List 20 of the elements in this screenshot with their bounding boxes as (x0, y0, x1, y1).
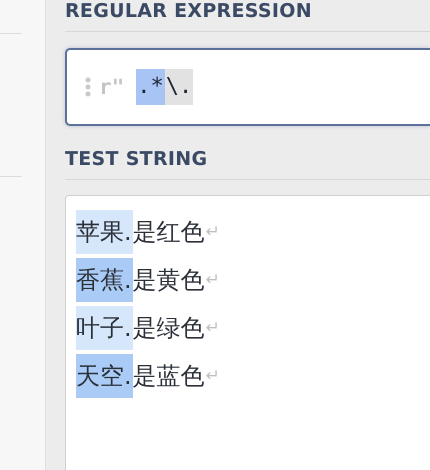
drag-handle-icon[interactable] (85, 77, 91, 97)
section-heading: REGULAR EXPRESSION (65, 0, 313, 22)
match-highlight: 叶子. (76, 306, 133, 350)
match-highlight: 香蕉. (76, 258, 133, 302)
line-break-mark: ↵ (206, 317, 220, 340)
regex-prefix: r" (99, 75, 124, 99)
regex-token: \. (164, 69, 194, 105)
regex-input-field[interactable]: r" .*\. (65, 48, 430, 126)
section-heading: TEST STRING (65, 148, 208, 170)
test-text: 是黄色 (132, 265, 205, 296)
line-break-mark: ↵ (206, 365, 220, 388)
regex-token: .* (136, 69, 165, 105)
test-text: 是红色 (132, 217, 205, 248)
line-break-mark: ↵ (206, 269, 220, 292)
match-highlight: 苹果. (76, 210, 133, 254)
match-highlight: 天空. (76, 354, 133, 398)
test-text: 是蓝色 (132, 361, 205, 392)
line-break-mark: ↵ (206, 221, 220, 244)
test-string-field[interactable]: 苹果.是红色↵ 香蕉.是黄色↵ 叶子.是绿色↵ 天空.是蓝色↵ (65, 195, 430, 470)
test-text: 是绿色 (132, 313, 205, 344)
